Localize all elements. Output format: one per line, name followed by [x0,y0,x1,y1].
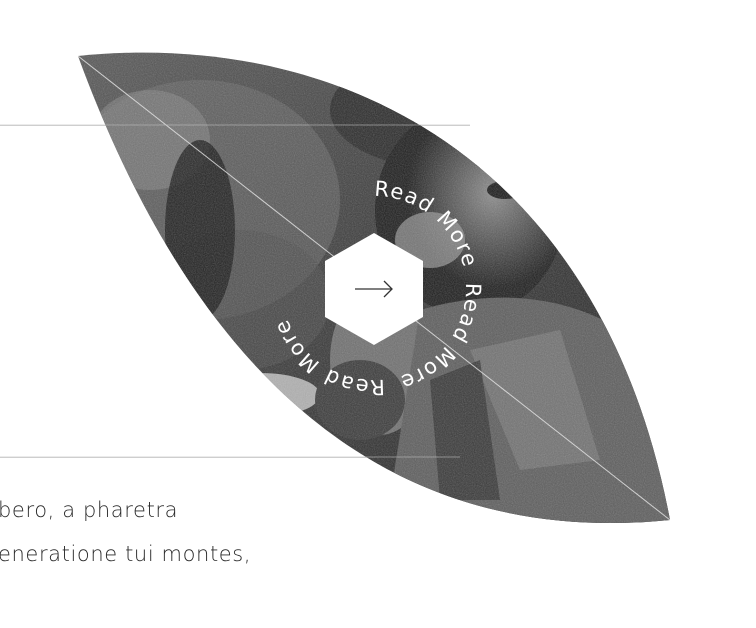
excerpt-line-1: bero, a pharetra [0,498,179,522]
excerpt-text: bero, a pharetra eneratione tui montes, [0,488,738,576]
excerpt-line-2: eneratione tui montes, [0,542,252,566]
page: Read More Read MoreRead More bero, a phar… [0,0,756,628]
